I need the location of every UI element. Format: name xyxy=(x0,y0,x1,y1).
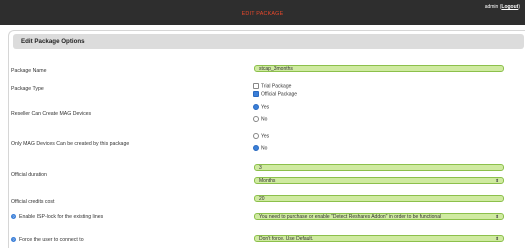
trial-package-checkbox[interactable] xyxy=(253,82,259,89)
duration-unit-select[interactable]: Months ⬍ xyxy=(254,177,504,184)
help-icon[interactable]: ? xyxy=(11,237,16,243)
select-arrows-icon: ⬍ xyxy=(495,178,499,183)
page-title: EDIT PACKAGE xyxy=(241,11,284,17)
force-connect-value: Don't force. Use Default. xyxy=(259,236,314,242)
trial-package-label: Trial Package xyxy=(261,83,292,90)
top-bar: EDIT PACKAGE admin (Logout) xyxy=(0,0,525,25)
isp-lock-label: Enable ISP-lock for the existing lines xyxy=(19,214,104,220)
reseller-mag-label: Reseller Can Create MAG Devices xyxy=(11,111,92,117)
only-mag-no-radio[interactable] xyxy=(253,144,259,151)
force-connect-label: Force the user to connect to xyxy=(19,237,84,243)
reseller-mag-yes-label: Yes xyxy=(261,104,270,111)
select-arrows-icon: ⬍ xyxy=(495,236,499,241)
reseller-mag-no-label: No xyxy=(261,116,268,123)
only-mag-no[interactable]: No xyxy=(253,144,268,152)
isp-lock-row: ? Enable ISP-lock for the existing lines xyxy=(11,214,103,220)
reseller-mag-no-radio[interactable] xyxy=(253,115,259,122)
help-icon[interactable]: ? xyxy=(11,214,16,220)
package-type-label: Package Type xyxy=(11,86,44,92)
force-connect-row: ? Force the user to connect to xyxy=(11,237,84,243)
logout-link[interactable]: Logout xyxy=(501,4,518,10)
username: admin ( xyxy=(484,4,502,10)
username-close: ) xyxy=(518,4,520,10)
reseller-mag-yes-radio[interactable] xyxy=(253,103,259,110)
reseller-mag-no[interactable]: No xyxy=(253,115,268,123)
user-info: admin (Logout) xyxy=(485,4,520,10)
duration-unit-value: Months xyxy=(259,178,276,184)
official-package-checkbox[interactable] xyxy=(253,90,259,97)
only-mag-label: Only MAG Devices Can be created by this … xyxy=(11,141,130,147)
panel-title: Edit Package Options xyxy=(21,38,85,45)
only-mag-yes-label: Yes xyxy=(261,133,270,140)
force-connect-select[interactable]: Don't force. Use Default. ⬍ xyxy=(254,235,504,242)
official-credits-label: Official credits cost xyxy=(11,199,55,205)
official-package-label: Official Package xyxy=(261,91,298,98)
only-mag-no-label: No xyxy=(261,145,268,152)
panel-header: Edit Package Options xyxy=(13,34,524,49)
isp-lock-value: You need to purchase or enable "Detect R… xyxy=(259,214,442,220)
only-mag-yes[interactable]: Yes xyxy=(253,132,270,140)
reseller-mag-yes[interactable]: Yes xyxy=(253,103,270,111)
official-package-option[interactable]: Official Package xyxy=(253,90,298,98)
trial-package-option[interactable]: Trial Package xyxy=(253,82,292,90)
package-name-input[interactable]: stcap_3months xyxy=(254,65,504,72)
official-duration-input[interactable]: 3 xyxy=(254,164,504,171)
isp-lock-select[interactable]: You need to purchase or enable "Detect R… xyxy=(254,213,504,220)
package-name-label: Package Name xyxy=(11,68,47,74)
official-credits-input[interactable]: 20 xyxy=(254,195,504,202)
only-mag-yes-radio[interactable] xyxy=(253,132,259,139)
select-arrows-icon: ⬍ xyxy=(495,214,499,219)
official-duration-label: Official duration xyxy=(11,172,47,178)
